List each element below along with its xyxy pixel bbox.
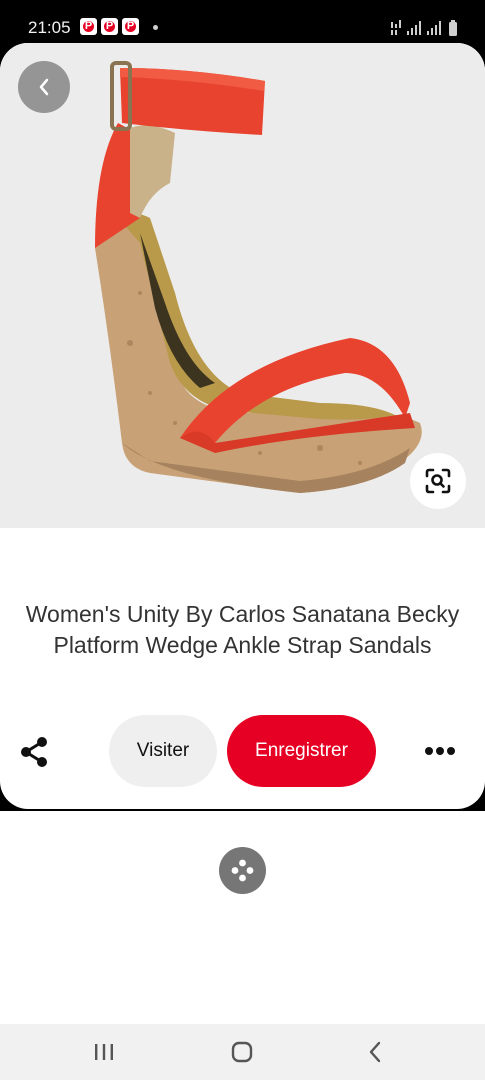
pinterest-notification-icon: P	[101, 18, 118, 35]
pin-card: Women's Unity By Carlos Sanatana Becky P…	[0, 43, 485, 809]
pin-actions: Visiter Enregistrer	[0, 715, 485, 787]
pin-image[interactable]	[0, 43, 485, 528]
loading-indicator	[219, 847, 266, 894]
system-back-button[interactable]	[360, 1038, 392, 1066]
back-chevron-icon	[369, 1041, 381, 1063]
save-button[interactable]: Enregistrer	[227, 715, 376, 787]
signal-battery-icons	[391, 20, 457, 36]
pinterest-notification-icon: P	[122, 18, 139, 35]
more-notifications-dot	[153, 25, 158, 30]
pin-title: Women's Unity By Carlos Sanatana Becky P…	[25, 601, 460, 658]
status-bar: 21:05 P P P	[0, 0, 485, 44]
status-time: 21:05	[28, 18, 71, 37]
share-button[interactable]	[18, 735, 52, 769]
recents-button[interactable]	[84, 1040, 124, 1064]
system-nav-bar	[0, 1024, 485, 1080]
lens-search-icon	[425, 468, 451, 494]
home-button[interactable]	[222, 1038, 262, 1066]
visit-button[interactable]: Visiter	[109, 715, 217, 787]
loading-dots-icon	[231, 859, 254, 882]
ellipsis-icon	[425, 747, 455, 755]
related-pins-area	[0, 811, 485, 1024]
more-options-button[interactable]	[420, 739, 460, 763]
pinterest-notification-icon: P	[80, 18, 97, 35]
red-cork-wedge-sandal-image	[0, 43, 485, 528]
share-icon	[21, 737, 47, 767]
recents-icon	[95, 1044, 113, 1060]
chevron-left-icon	[39, 78, 49, 96]
back-button[interactable]	[18, 61, 70, 113]
home-icon	[231, 1041, 253, 1063]
visual-search-button[interactable]	[410, 453, 466, 509]
